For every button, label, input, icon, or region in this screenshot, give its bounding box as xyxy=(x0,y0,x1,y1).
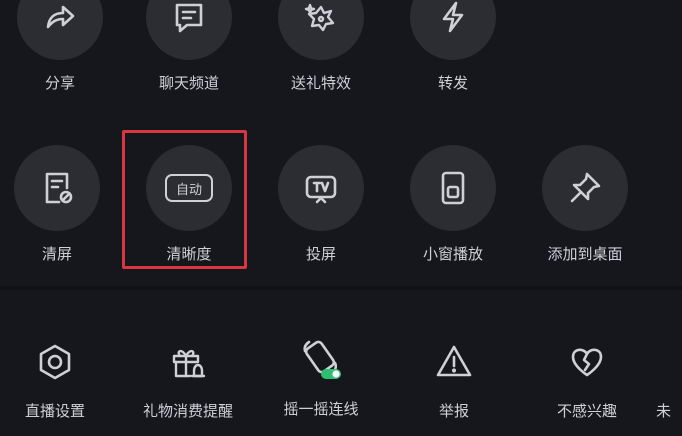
clear-screen-icon xyxy=(14,145,100,231)
share-icon xyxy=(17,0,103,60)
cast-screen-label: 投屏 xyxy=(305,245,336,263)
live-settings-label: 直播设置 xyxy=(24,402,85,420)
gift-effect-icon xyxy=(278,0,364,60)
report-button[interactable]: 举报 xyxy=(394,340,514,421)
overflow-label: 未 xyxy=(656,402,672,420)
mini-window-icon xyxy=(410,145,496,231)
chat-channel-button[interactable]: 聊天频道 xyxy=(129,0,249,93)
not-interested-label: 不感兴趣 xyxy=(556,402,617,420)
shake-phone-icon xyxy=(299,334,343,384)
gift-reminder-label: 礼物消费提醒 xyxy=(142,402,233,420)
lightning-icon xyxy=(410,0,496,60)
shake-connect-button[interactable]: 摇一摇连线 xyxy=(261,334,381,419)
forward-button[interactable]: 转发 xyxy=(393,0,513,93)
clear-screen-label: 清屏 xyxy=(41,245,72,263)
pin-icon xyxy=(542,145,628,231)
not-interested-button[interactable]: 不感兴趣 xyxy=(527,340,647,421)
share-label: 分享 xyxy=(44,74,75,92)
gift-effect-button[interactable]: 送礼特效 xyxy=(261,0,381,93)
add-to-desktop-button[interactable]: 添加到桌面 xyxy=(525,145,645,264)
section-divider xyxy=(0,286,682,290)
mini-window-button[interactable]: 小窗播放 xyxy=(393,145,513,264)
settings-hex-icon xyxy=(33,340,77,384)
highlight-box xyxy=(122,130,247,269)
forward-label: 转发 xyxy=(437,74,468,92)
chat-icon xyxy=(146,0,232,60)
mini-window-label: 小窗播放 xyxy=(422,245,483,263)
gift-bell-icon xyxy=(166,340,210,384)
report-label: 举报 xyxy=(438,402,469,420)
shake-connect-label: 摇一摇连线 xyxy=(283,400,359,418)
cast-screen-button[interactable]: 投屏 xyxy=(261,145,381,264)
overflow-item[interactable]: 未 xyxy=(656,340,682,421)
clear-screen-button[interactable]: 清屏 xyxy=(0,145,117,264)
warning-icon xyxy=(432,340,476,384)
live-settings-button[interactable]: 直播设置 xyxy=(0,340,115,421)
gift-reminder-button[interactable]: 礼物消费提醒 xyxy=(128,340,248,421)
chat-channel-label: 聊天频道 xyxy=(158,74,219,92)
tv-cast-icon xyxy=(278,145,364,231)
add-to-desktop-label: 添加到桌面 xyxy=(547,245,623,263)
share-button[interactable]: 分享 xyxy=(0,0,120,93)
broken-heart-icon xyxy=(565,340,609,384)
gift-effect-label: 送礼特效 xyxy=(290,74,351,92)
